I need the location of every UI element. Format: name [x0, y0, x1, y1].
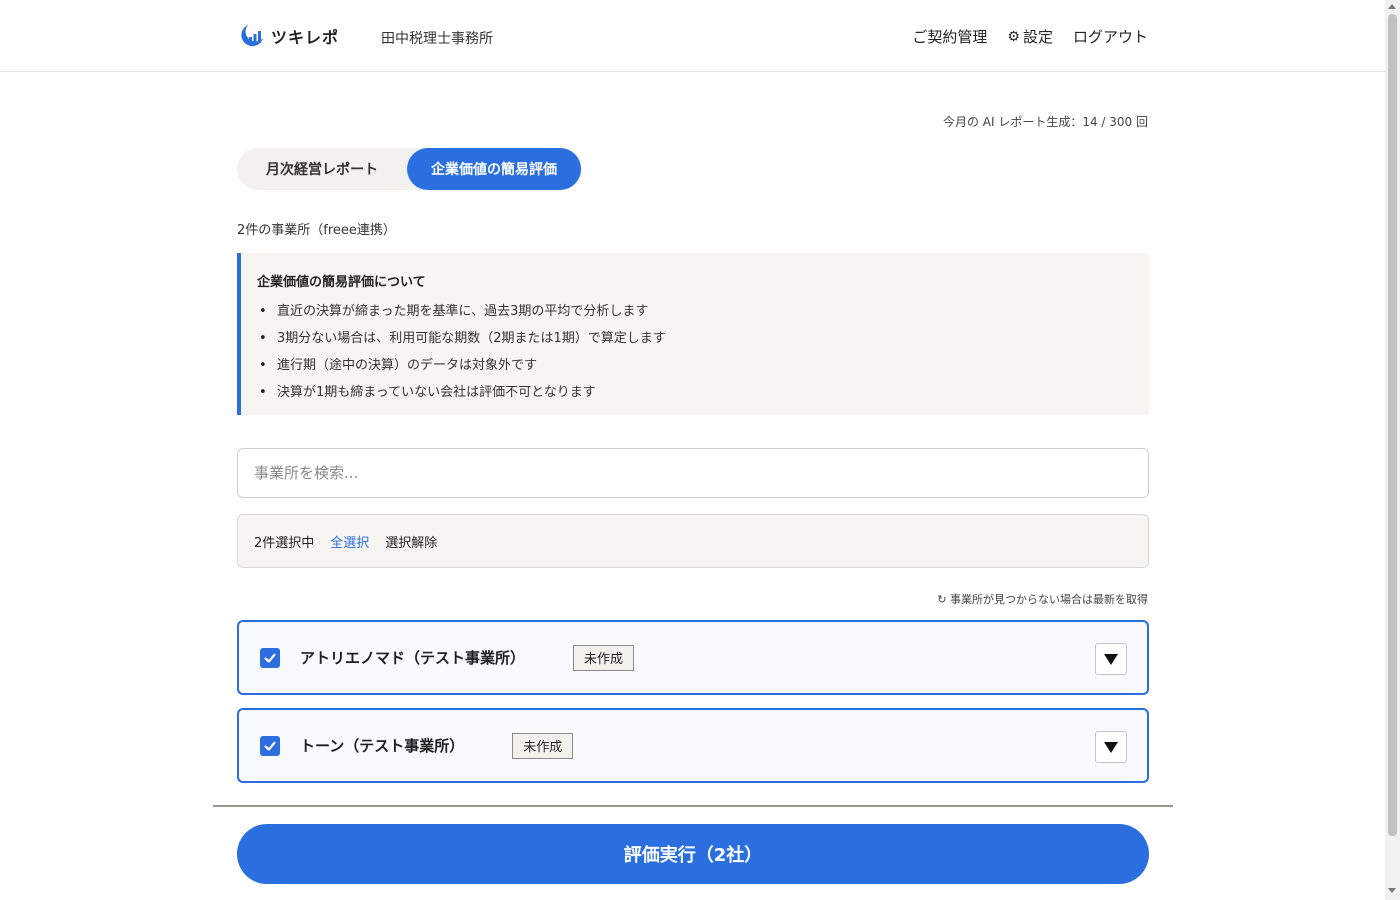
settings-label: 設定	[1022, 28, 1053, 46]
selected-count: 2件選択中	[254, 535, 315, 551]
info-item: 決算が1期も締まっていない会社は評価不可となります	[257, 379, 1133, 406]
tab-monthly-report[interactable]: 月次経営レポート	[237, 148, 407, 190]
info-list: 直近の決算が締まった期を基準に、過去3期の平均で分析します 3期分ない場合は、利…	[257, 298, 1133, 406]
company-checkbox[interactable]	[260, 647, 280, 668]
info-item: 直近の決算が締まった期を基準に、過去3期の平均で分析します	[257, 298, 1133, 325]
info-item: 3期分ない場合は、利用可能な期数（2期または1期）で算定します	[257, 325, 1133, 352]
app-logo[interactable]: ツキレポ	[237, 22, 339, 50]
footer-divider	[213, 805, 1173, 807]
checkmark-icon	[264, 741, 276, 751]
settings-link[interactable]: ⚙ 設定	[1007, 26, 1053, 47]
office-name: 田中税理士事務所	[381, 31, 493, 47]
report-type-tabs: 月次経営レポート 企業価値の簡易評価	[237, 148, 583, 190]
office-search-input[interactable]	[237, 448, 1149, 498]
run-valuation-button[interactable]: 評価実行（2社）	[237, 824, 1149, 884]
moon-chart-logo-icon	[241, 25, 263, 47]
valuation-info-box: 企業価値の簡易評価について 直近の決算が締まった期を基準に、過去3期の平均で分析…	[237, 253, 1149, 415]
company-card[interactable]: アトリエノマド（テスト事業所） 未作成	[237, 620, 1149, 695]
status-badge: 未作成	[573, 644, 635, 671]
gear-icon: ⚙	[1007, 28, 1020, 45]
status-badge: 未作成	[512, 732, 574, 759]
info-title: 企業価値の簡易評価について	[257, 275, 426, 290]
deselect-all-link[interactable]: 選択解除	[385, 532, 437, 551]
scroll-up-arrow-icon[interactable]	[1388, 4, 1396, 9]
company-name: アトリエノマド（テスト事業所）	[300, 649, 526, 667]
app-name: ツキレポ	[271, 28, 340, 47]
scroll-thumb[interactable]	[1388, 14, 1397, 836]
checkmark-icon	[264, 653, 276, 663]
expand-button[interactable]	[1095, 643, 1127, 675]
refresh-offices-link[interactable]: ↻ 事業所が見つからない場合は最新を取得	[937, 591, 1148, 607]
triangle-down-icon	[1104, 742, 1118, 753]
expand-button[interactable]	[1095, 731, 1127, 763]
report-quota: 今月の AI レポート生成：14 / 300 回	[942, 115, 1148, 129]
office-count-note: 2件の事業所（freee連携）	[237, 223, 396, 238]
triangle-down-icon	[1104, 654, 1118, 665]
selection-bar: 2件選択中 全選択 選択解除	[237, 514, 1149, 568]
select-all-link[interactable]: 全選択	[330, 532, 369, 551]
contract-management-link[interactable]: ご契約管理	[912, 26, 987, 47]
page-scrollbar[interactable]	[1385, 0, 1400, 900]
info-item: 進行期（途中の決算）のデータは対象外です	[257, 352, 1133, 379]
top-nav: ご契約管理 ⚙ 設定 ログアウト	[892, 26, 1148, 47]
tab-valuation[interactable]: 企業価値の簡易評価	[407, 148, 581, 190]
app-header: ツキレポ 田中税理士事務所 ご契約管理 ⚙ 設定 ログアウト	[0, 0, 1385, 72]
scroll-down-arrow-icon[interactable]	[1388, 888, 1396, 893]
company-checkbox[interactable]	[260, 735, 280, 756]
company-card[interactable]: トーン（テスト事業所） 未作成	[237, 708, 1149, 783]
logout-link[interactable]: ログアウト	[1073, 26, 1148, 47]
company-name: トーン（テスト事業所）	[300, 737, 465, 755]
